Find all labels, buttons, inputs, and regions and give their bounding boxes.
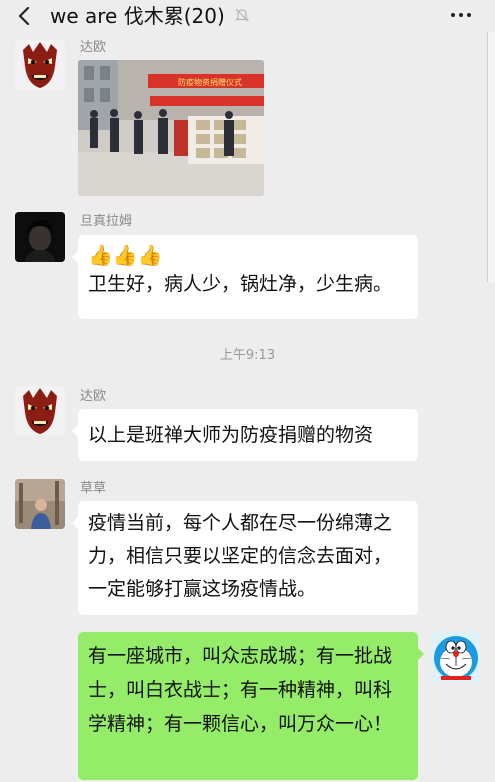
more-dots-icon[interactable] bbox=[448, 4, 474, 26]
avatar[interactable] bbox=[15, 386, 65, 436]
doraemon-avatar-icon bbox=[431, 632, 481, 682]
thumbs-up-emoji: 👍👍👍 bbox=[88, 243, 163, 267]
message-bubble[interactable]: 👍👍👍 卫生好，病人少，锅灶净，少生病。 bbox=[72, 235, 418, 319]
avatar[interactable] bbox=[15, 479, 65, 529]
message-bubble-self[interactable]: 有一座城市，叫众志成城；有一批战士，叫白衣战士；有一种精神，叫科学精神；有一颗信… bbox=[78, 632, 424, 780]
timestamp: 上午9:13 bbox=[219, 348, 276, 363]
sender-name: 达欧 bbox=[80, 389, 107, 404]
mask-avatar-icon bbox=[15, 40, 65, 90]
sender-name: 旦真拉姆 bbox=[80, 214, 133, 229]
message-text: 有一座城市，叫众志成城；有一批战士，叫白衣战士；有一种精神，叫科学精神；有一颗信… bbox=[88, 645, 393, 735]
message-text: 卫生好，病人少，锅灶净，少生病。 bbox=[88, 273, 393, 295]
shared-photo[interactable]: 防疫物资捐赠仪式 bbox=[78, 60, 264, 196]
chat-header: we are 伐木累(20) bbox=[0, 0, 495, 32]
sender-name: 草草 bbox=[80, 481, 107, 496]
avatar[interactable] bbox=[15, 212, 65, 262]
message-text: 以上是班禅大师为防疫捐赠的物资 bbox=[88, 424, 374, 446]
person-avatar-icon bbox=[15, 212, 65, 262]
photo-avatar-icon bbox=[15, 479, 65, 529]
sender-name: 达欧 bbox=[80, 40, 107, 55]
avatar-self[interactable] bbox=[431, 632, 481, 682]
message-bubble[interactable]: 以上是班禅大师为防疫捐赠的物资 bbox=[72, 409, 418, 461]
message-text: 疫情当前，每个人都在尽一份绵薄之力，相信只要以坚定的信念去面对，一定能够打赢这场… bbox=[88, 512, 393, 600]
mask-avatar-icon bbox=[15, 386, 65, 436]
scrollbar[interactable] bbox=[487, 32, 495, 282]
message-bubble[interactable]: 疫情当前，每个人都在尽一份绵薄之力，相信只要以坚定的信念去面对，一定能够打赢这场… bbox=[72, 501, 418, 615]
back-arrow-icon[interactable] bbox=[14, 4, 36, 28]
chat-title: we are 伐木累(20) bbox=[50, 4, 225, 28]
mute-bell-icon bbox=[235, 8, 249, 22]
banner-text: 防疫物资捐赠仪式 bbox=[178, 77, 242, 87]
avatar[interactable] bbox=[15, 40, 65, 90]
